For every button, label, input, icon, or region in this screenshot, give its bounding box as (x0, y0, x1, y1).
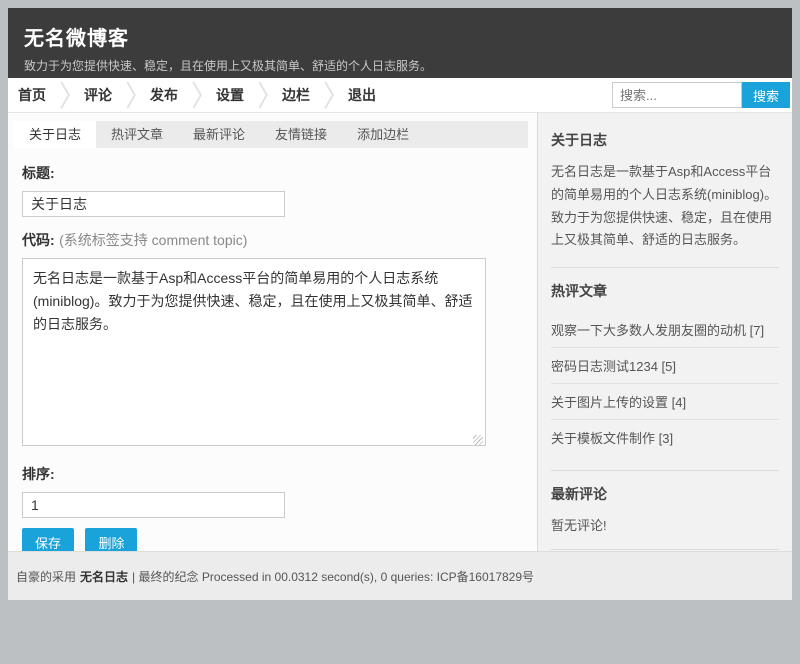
hot-article-item[interactable]: 关于模板文件制作 [3] (551, 420, 779, 455)
main-nav: 首页 评论 发布 设置 边栏 退出 搜索 (8, 78, 792, 113)
code-textarea-wrap: 无名日志是一款基于Asp和Access平台的简单易用的个人日志系统(minibl… (22, 258, 486, 451)
sidebar-about-text: 无名日志是一款基于Asp和Access平台的简单易用的个人日志系统(minibl… (551, 161, 779, 252)
app-window: 无名微博客 致力于为您提供快速、稳定，且在使用上又极其简单、舒适的个人日志服务。… (8, 8, 792, 600)
chevron-separator-icon (125, 79, 137, 111)
tab-strip: 关于日志 热评文章 最新评论 友情链接 添加边栏 (14, 121, 528, 148)
section-divider (551, 470, 779, 471)
chevron-separator-icon (59, 79, 71, 111)
code-label: 代码: (22, 232, 55, 248)
chevron-separator-icon (323, 79, 335, 111)
resize-handle-icon[interactable] (473, 435, 483, 445)
delete-button[interactable]: 删除 (85, 528, 137, 551)
main-area: 关于日志 热评文章 最新评论 友情链接 添加边栏 标题: 代码: (系统标签支持… (8, 113, 792, 551)
save-button[interactable]: 保存 (22, 528, 74, 551)
nav-item-settings[interactable]: 设置 (203, 78, 257, 113)
code-note: (系统标签支持 comment topic) (59, 232, 247, 248)
nav-item-logout[interactable]: 退出 (335, 78, 389, 113)
nav-item-sidebar[interactable]: 边栏 (269, 78, 323, 113)
hot-articles-list: 观察一下大多数人发朋友圈的动机 [7] 密码日志测试1234 [5] 关于图片上… (551, 312, 779, 455)
sidebar-hot-heading: 热评文章 (551, 281, 779, 301)
footer-prefix: 自豪的采用 (16, 568, 76, 585)
main-content: 关于日志 热评文章 最新评论 友情链接 添加边栏 标题: 代码: (系统标签支持… (8, 113, 537, 551)
site-header: 无名微博客 致力于为您提供快速、稳定，且在使用上又极其简单、舒适的个人日志服务。 (8, 8, 792, 78)
hot-article-item[interactable]: 关于图片上传的设置 [4] (551, 384, 779, 420)
sidebar-about-heading: 关于日志 (551, 130, 779, 150)
tab-hot-articles[interactable]: 热评文章 (96, 121, 178, 148)
tab-add-sidebar[interactable]: 添加边栏 (342, 121, 424, 148)
tab-about-blog[interactable]: 关于日志 (14, 121, 96, 148)
search-button[interactable]: 搜索 (742, 82, 790, 108)
section-divider (551, 549, 779, 550)
title-label: 标题: (22, 165, 55, 181)
site-title: 无名微博客 (24, 22, 792, 51)
section-divider (551, 267, 779, 268)
sidebar-comments-heading: 最新评论 (551, 484, 779, 504)
page-background: 无名微博客 致力于为您提供快速、稳定，且在使用上又极其简单、舒适的个人日志服务。… (0, 0, 800, 664)
footer-info: | 最终的纪念 Processed in 00.0312 second(s), … (132, 568, 534, 585)
sort-input[interactable] (22, 492, 285, 518)
nav-item-home[interactable]: 首页 (8, 78, 59, 113)
site-subtitle: 致力于为您提供快速、稳定，且在使用上又极其简单、舒适的个人日志服务。 (24, 57, 792, 74)
hot-article-item[interactable]: 观察一下大多数人发朋友圈的动机 [7] (551, 312, 779, 348)
chevron-separator-icon (257, 79, 269, 111)
footer-brand-link[interactable]: 无名日志 (80, 568, 128, 585)
title-input[interactable] (22, 191, 285, 217)
hot-article-item[interactable]: 密码日志测试1234 [5] (551, 348, 779, 384)
form-actions: 保存 删除 (22, 528, 537, 551)
search-input[interactable] (612, 82, 742, 108)
nav-item-comments[interactable]: 评论 (71, 78, 125, 113)
tab-latest-comments[interactable]: 最新评论 (178, 121, 260, 148)
sidebar: 关于日志 无名日志是一款基于Asp和Access平台的简单易用的个人日志系统(m… (537, 113, 792, 551)
nav-item-publish[interactable]: 发布 (137, 78, 191, 113)
tab-friend-links[interactable]: 友情链接 (260, 121, 342, 148)
no-comments-text: 暂无评论! (551, 515, 779, 534)
site-footer: 自豪的采用 无名日志 | 最终的纪念 Processed in 00.0312 … (8, 551, 792, 600)
code-textarea[interactable]: 无名日志是一款基于Asp和Access平台的简单易用的个人日志系统(minibl… (22, 258, 486, 446)
search-bar: 搜索 (612, 82, 790, 108)
chevron-separator-icon (191, 79, 203, 111)
sidebar-edit-form: 标题: 代码: (系统标签支持 comment topic) 无名日志是一款基于… (8, 148, 537, 551)
sort-label: 排序: (22, 466, 55, 482)
